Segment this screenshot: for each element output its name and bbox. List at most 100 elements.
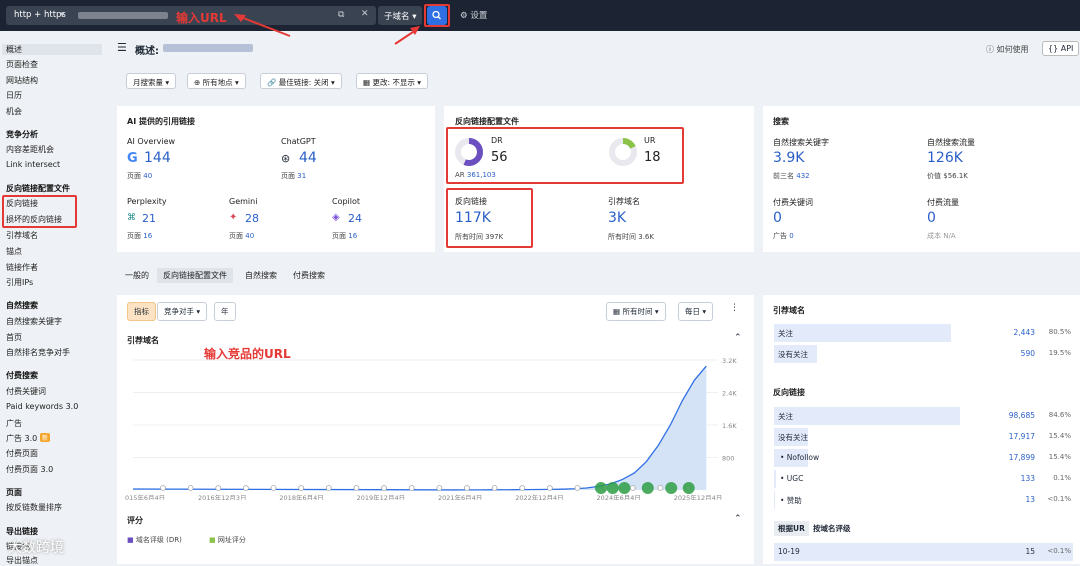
annotation-dot[interactable] [298,485,305,491]
sidebar-item-ips[interactable]: 引用IPs [6,277,33,288]
stat-value[interactable]: 17,917 [1009,432,1035,441]
sidebar-item-calendar[interactable]: 日历 [6,90,22,101]
sidebar-item-top-pages[interactable]: 首页 [6,332,22,343]
event-marker[interactable] [618,482,631,494]
gemini-value[interactable]: 28 [245,212,259,225]
annotation-dot[interactable] [353,485,360,491]
sidebar-item-best-by-links[interactable]: 按反链数量排序 [6,502,62,513]
annotation-dot[interactable] [574,485,581,491]
more-icon[interactable]: ⋮ [730,303,739,313]
competitors-toggle[interactable]: 竞争对手 ▾ [157,302,208,321]
sidebar-head-organic[interactable]: 自然搜索 [6,300,38,311]
sidebar-item-paid-keywords[interactable]: 付费关键词 [6,386,46,397]
annotation-dot[interactable] [436,485,443,491]
tab-paid[interactable]: 付费搜索 [293,270,325,281]
stat-value[interactable]: 2,443 [1014,328,1035,337]
stat-row: 关注 2,443 80.5% [774,324,1073,342]
organic-keywords-value[interactable]: 3.9K [773,150,804,166]
sidebar-item-link-intersect[interactable]: Link intersect [6,160,60,169]
collapse-icon[interactable]: ⌃ [734,333,742,343]
backlinks-value[interactable]: 117K [455,210,491,226]
years-toggle[interactable]: 年 [214,302,236,321]
api-button[interactable]: {} API [1042,41,1080,56]
daily-select[interactable]: 每日 ▾ [678,302,714,321]
annotation-dot[interactable] [519,485,526,491]
annotation-dot[interactable] [464,485,470,491]
sidebar-item-overview[interactable]: 概述 [2,44,102,55]
menu-icon[interactable]: ☰ [117,41,127,54]
event-marker[interactable] [665,482,678,494]
help-link[interactable]: ⓘ 如何使用 [986,44,1029,55]
annotation-dot[interactable] [657,485,664,491]
paid-keywords-value[interactable]: 0 [773,210,782,226]
external-link-icon[interactable]: ⧉ [338,10,344,20]
sidebar-item-organic-keywords[interactable]: 自然搜索关键字 [6,316,62,327]
tab-by-ur[interactable]: 根据UR [774,521,809,536]
sidebar-item-paid-pages-3[interactable]: 付费页面 3.0 [6,464,53,475]
stat-value[interactable]: 133 [1021,474,1035,483]
stat-value[interactable]: 98,685 [1009,411,1035,420]
sidebar-item-structure[interactable]: 网站结构 [6,75,38,86]
sidebar-item-organic-competitors[interactable]: 自然排名竞争对手 [6,347,70,358]
sidebar-item-paid-keywords-3[interactable]: Paid keywords 3.0 [6,402,78,411]
tab-general[interactable]: 一般的 [125,270,149,281]
event-marker[interactable] [606,482,619,494]
volume-filter[interactable]: 月搜索量 ▾ [126,73,177,89]
annotation-dot[interactable] [215,485,222,491]
tab-organic[interactable]: 自然搜索 [245,270,277,281]
clear-icon[interactable]: ✕ [361,9,369,19]
annotation-dot[interactable] [408,485,415,491]
ref-domains-value[interactable]: 3K [608,210,626,226]
annotation-dot[interactable] [242,485,249,491]
event-marker[interactable] [641,482,654,494]
annotation-dot[interactable] [629,485,636,491]
metrics-toggle[interactable]: 指标 [127,302,156,321]
stat-pct: <0.1% [1047,495,1071,503]
sidebar-head-competitive[interactable]: 竞争分析 [6,129,38,140]
sidebar-item-content-gap[interactable]: 内容差距机会 [6,144,54,155]
tab-by-dr[interactable]: 按域名评级 [813,523,851,534]
annotation-dot[interactable] [270,485,277,491]
sidebar-head-backlinks[interactable]: 反向链接配置文件 [6,183,70,194]
sidebar-item-link-authors[interactable]: 链接作者 [6,262,38,273]
subdomain-select[interactable]: 子域名 ▾ [378,6,422,25]
annotation-dot[interactable] [187,485,194,491]
stat-value[interactable]: 13 [1025,495,1035,504]
sidebar-item-ads-3[interactable]: 广告 3.0 [6,433,37,444]
sidebar-item-page-inspect[interactable]: 页面检查 [6,59,38,70]
tab-backlink-profile[interactable]: 反向链接配置文件 [157,268,233,283]
protocol-select[interactable]: http + https [14,10,66,20]
collapse-icon[interactable]: ⌃ [734,514,742,524]
stat-value[interactable]: 590 [1021,349,1035,358]
sidebar-item-opportunities[interactable]: 机会 [6,106,22,117]
copilot-value[interactable]: 24 [348,212,362,225]
sidebar-item-ads[interactable]: 广告 [6,418,22,429]
sidebar-item-referring-domains[interactable]: 引荐域名 [6,230,38,241]
ai-overview-value[interactable]: 144 [144,150,171,166]
legend-dr[interactable]: ■ 域名评级 (DR) [127,535,182,545]
settings-link[interactable]: ⚙ 设置 [460,9,487,21]
annotation-dot[interactable] [491,485,498,491]
sidebar-head-outgoing[interactable]: 导出链接 [6,526,38,537]
event-marker[interactable] [595,482,607,494]
perplexity-value[interactable]: 21 [142,212,156,225]
chatgpt-value[interactable]: 44 [299,150,317,166]
bl-panel-title: 反向链接 [773,388,805,397]
location-filter[interactable]: ⊕ 所有地点 ▾ [187,73,246,89]
annotation-dot[interactable] [381,485,387,491]
sidebar-head-paid[interactable]: 付费搜索 [6,370,38,381]
annotation-dot[interactable] [325,485,332,491]
sidebar-item-paid-pages[interactable]: 付费页面 [6,448,38,459]
all-time-select[interactable]: ▦ 所有时间 ▾ [606,302,666,321]
stat-value[interactable]: 17,899 [1009,453,1035,462]
sidebar-item-anchors[interactable]: 锚点 [6,246,22,257]
organic-traffic-value[interactable]: 126K [927,150,963,166]
best-links-filter[interactable]: 🔗 最佳链接: 关闭 ▾ [260,73,342,89]
event-marker[interactable] [682,482,695,494]
annotation-dot[interactable] [160,485,166,491]
changes-filter[interactable]: ▦ 更改: 不显示 ▾ [356,73,429,89]
annotation-dot[interactable] [546,485,553,491]
legend-ur[interactable]: ■ 网址评分 [209,535,246,545]
paid-traffic-value[interactable]: 0 [927,210,936,226]
sidebar-head-pages[interactable]: 页面 [6,487,22,498]
